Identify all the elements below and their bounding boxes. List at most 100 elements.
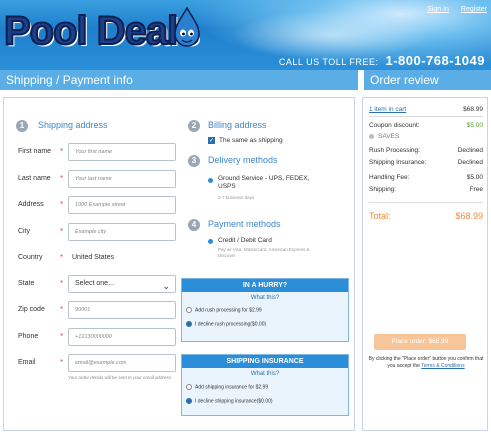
items-in-cart-link[interactable]: 1 item in cart — [369, 106, 406, 113]
last-name-input[interactable]: Your last name — [68, 170, 176, 188]
saves-row: SAVES — [369, 133, 483, 140]
payment-option-note: Pay w/ Visa, Mastercard, American Expres… — [218, 247, 310, 258]
sign-in-link[interactable]: Sign In — [427, 6, 449, 13]
coupon-label: Coupon discount: — [369, 122, 420, 129]
summary-value: $5.00 — [466, 174, 483, 181]
required-mark: * — [60, 200, 64, 209]
rush-processing-box: IN A HURRY? What this? Add rush processi… — [181, 278, 349, 342]
register-link[interactable]: Register — [461, 6, 487, 13]
address-input[interactable]: 1000 Example street — [68, 196, 176, 214]
water-drop-mascot-icon — [174, 6, 200, 47]
rush-processing-title: IN A HURRY? — [182, 279, 348, 292]
divider — [369, 202, 483, 203]
terms-disclaimer: By clicking the "Place order" button you… — [367, 356, 485, 370]
items-row: 1 item in cart $68.99 — [369, 106, 483, 113]
divider — [369, 116, 483, 117]
state-label: State — [18, 280, 35, 287]
insurance-whats-this-link[interactable]: What this? — [182, 371, 348, 377]
zip-code-label: Zip code — [18, 306, 45, 313]
summary-row: Shipping: Free — [369, 186, 483, 193]
insurance-add-option[interactable]: Add shipping insurance for $2.99 — [186, 384, 268, 390]
payment-option-label: Credit / Debit Card — [218, 237, 272, 244]
shipping-address-heading: Shipping address — [38, 120, 108, 130]
delivery-option-note: 2-7 business days — [218, 195, 255, 200]
saves-dot-icon — [369, 134, 374, 139]
place-order-button[interactable]: Place order: $68.99 — [374, 334, 466, 350]
required-mark: * — [60, 253, 64, 262]
summary-label: Handling Fee: — [369, 174, 410, 181]
summary-row: Rush Processing: Declined — [369, 147, 483, 154]
delivery-methods-heading: Delivery methods — [208, 155, 278, 165]
delivery-option-radio[interactable] — [208, 178, 213, 183]
summary-row: Shipping Insurance: Declined — [369, 159, 483, 166]
toll-free-label: CALL US TOLL FREE: — [278, 57, 379, 67]
shipping-payment-title: Shipping / Payment info — [0, 70, 358, 90]
rush-decline-label: I decline rush processing($0.00) — [195, 321, 267, 328]
address-label: Address — [18, 201, 44, 208]
rush-decline-option[interactable]: I decline rush processing($0.00) — [186, 321, 266, 327]
email-label: Email — [18, 359, 36, 366]
terms-conditions-link[interactable]: Terms & Conditions — [421, 363, 464, 369]
summary-value: Free — [469, 186, 483, 193]
site-logo[interactable]: Pool Deals — [3, 8, 201, 54]
summary-label: Shipping Insurance: — [369, 159, 427, 166]
delivery-option-label: Ground Service - UPS, FEDEX, USPS — [218, 175, 310, 190]
shipping-insurance-title: SHIPPING INSURANCE — [182, 355, 348, 368]
country-label: Country — [18, 254, 43, 261]
required-mark: * — [60, 227, 64, 236]
payment-option-radio[interactable] — [208, 239, 213, 244]
required-mark: * — [60, 332, 64, 341]
billing-address-heading: Billing address — [208, 120, 267, 130]
rush-decline-radio[interactable] — [186, 321, 192, 327]
toll-free-number[interactable]: 1-800-768-1049 — [385, 53, 485, 68]
rush-whats-this-link[interactable]: What this? — [182, 295, 348, 301]
coupon-amount: $5.00 — [466, 122, 483, 129]
summary-value: Declined — [457, 159, 483, 166]
phone-label: Phone — [18, 333, 39, 340]
summary-value: Declined — [457, 147, 483, 154]
toll-free-banner: CALL US TOLL FREE: 1-800-768-1049 — [279, 53, 485, 68]
required-mark: * — [60, 279, 64, 288]
total-row: Total: $68.99 — [369, 211, 483, 221]
first-name-input[interactable]: Your first name — [68, 143, 176, 161]
shipping-insurance-box: SHIPPING INSURANCE What this? Add shippi… — [181, 354, 349, 416]
insurance-decline-option[interactable]: I decline shipping insurance($0.00) — [186, 398, 273, 404]
country-value: United States — [72, 254, 115, 261]
insurance-decline-radio[interactable] — [186, 398, 192, 404]
phone-input[interactable]: +12130000000 — [68, 328, 176, 346]
insurance-add-label: Add shipping insurance for $2.99 — [195, 384, 269, 391]
email-input[interactable]: email@example.com — [68, 354, 176, 372]
summary-row: Handling Fee: $5.00 — [369, 174, 483, 181]
rush-add-radio[interactable] — [186, 307, 192, 313]
step-4-badge: 4 — [188, 219, 200, 231]
step-3-badge: 3 — [188, 155, 200, 167]
step-1-badge: 1 — [16, 120, 28, 132]
order-review-title: Order review — [364, 70, 491, 90]
required-mark: * — [60, 358, 64, 367]
first-name-label: First name — [18, 148, 52, 155]
insurance-add-radio[interactable] — [186, 384, 192, 390]
same-as-shipping-checkbox[interactable]: ✓ — [208, 137, 215, 144]
chevron-down-icon: ⌄ — [162, 281, 170, 291]
email-hint: Your order details will be sent to your … — [68, 375, 173, 380]
rush-add-label: Add rush processing for $2.99 — [195, 307, 262, 314]
summary-label: Rush Processing: — [369, 147, 420, 154]
required-mark: * — [60, 174, 64, 183]
checkout-form-panel: 1 Shipping address First name * Your fir… — [3, 97, 355, 431]
required-mark: * — [60, 147, 64, 156]
payment-methods-heading: Payment methods — [208, 219, 281, 229]
state-select[interactable]: Select one... ⌄ — [68, 275, 176, 293]
rush-add-option[interactable]: Add rush processing for $2.99 — [186, 307, 262, 313]
site-header: Pool Deals Sign In Register CALL US TOLL… — [0, 0, 491, 70]
required-mark: * — [60, 305, 64, 314]
city-label: City — [18, 228, 31, 235]
city-input[interactable]: Example city — [68, 223, 176, 241]
total-label: Total: — [369, 211, 391, 221]
insurance-decline-label: I decline shipping insurance($0.00) — [195, 398, 273, 405]
saves-label: SAVES — [378, 133, 400, 140]
items-amount: $68.99 — [463, 106, 483, 113]
state-select-value: Select one... — [75, 280, 114, 287]
total-amount: $68.99 — [455, 211, 483, 221]
step-2-badge: 2 — [188, 120, 200, 132]
zip-code-input[interactable]: 90001 — [68, 301, 176, 319]
